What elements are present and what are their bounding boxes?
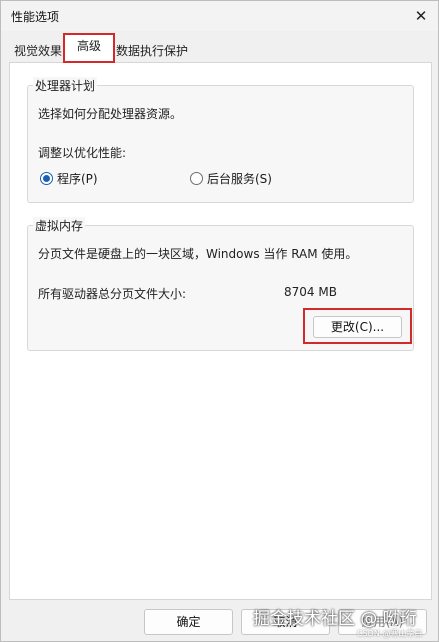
radio-unselected-icon	[190, 172, 203, 185]
virtual-memory-group: 虚拟内存 分页文件是硬盘上的一块区域，Windows 当作 RAM 使用。 所有…	[27, 217, 414, 351]
dialog-footer: 确定 取消 应用(A)	[1, 601, 438, 642]
adjust-label: 调整以优化性能:	[38, 146, 127, 160]
radio-programs-label: 程序(P)	[57, 172, 98, 186]
tab-visual-effects[interactable]: 视觉效果	[14, 41, 62, 61]
total-paging-file-label: 所有驱动器总分页文件大小:	[38, 287, 187, 301]
virtual-memory-description: 分页文件是硬盘上的一块区域，Windows 当作 RAM 使用。	[38, 247, 358, 261]
change-button[interactable]: 更改(C)...	[313, 316, 402, 338]
window-title: 性能选项	[11, 10, 60, 24]
processor-scheduling-group: 处理器计划 选择如何分配处理器资源。 调整以优化性能: 程序(P) 后台服务(S…	[27, 77, 414, 203]
cancel-button[interactable]: 取消	[241, 609, 330, 635]
close-icon[interactable]: ✕	[404, 1, 438, 31]
change-button-highlight: 更改(C)...	[303, 308, 412, 344]
performance-options-dialog: 性能选项 ✕ 视觉效果 数据执行保护 处理器计划 选择如何分配处理器资源。 调整…	[0, 0, 439, 642]
advanced-tab-panel: 处理器计划 选择如何分配处理器资源。 调整以优化性能: 程序(P) 后台服务(S…	[9, 62, 432, 600]
apply-button[interactable]: 应用(A)	[338, 609, 427, 635]
title-bar: 性能选项 ✕	[1, 1, 438, 31]
processor-scheduling-title: 处理器计划	[33, 77, 98, 94]
processor-description: 选择如何分配处理器资源。	[38, 107, 183, 121]
radio-background-services[interactable]: 后台服务(S)	[190, 170, 272, 187]
radio-selected-icon	[40, 172, 53, 185]
ok-button[interactable]: 确定	[144, 609, 233, 635]
radio-programs[interactable]: 程序(P)	[40, 170, 98, 187]
virtual-memory-title: 虚拟内存	[33, 217, 86, 234]
tab-data-execution-prevention[interactable]: 数据执行保护	[116, 41, 188, 61]
tab-advanced[interactable]: 高级	[63, 33, 115, 63]
total-paging-file-value: 8704 MB	[284, 285, 337, 299]
radio-background-services-label: 后台服务(S)	[207, 172, 272, 186]
